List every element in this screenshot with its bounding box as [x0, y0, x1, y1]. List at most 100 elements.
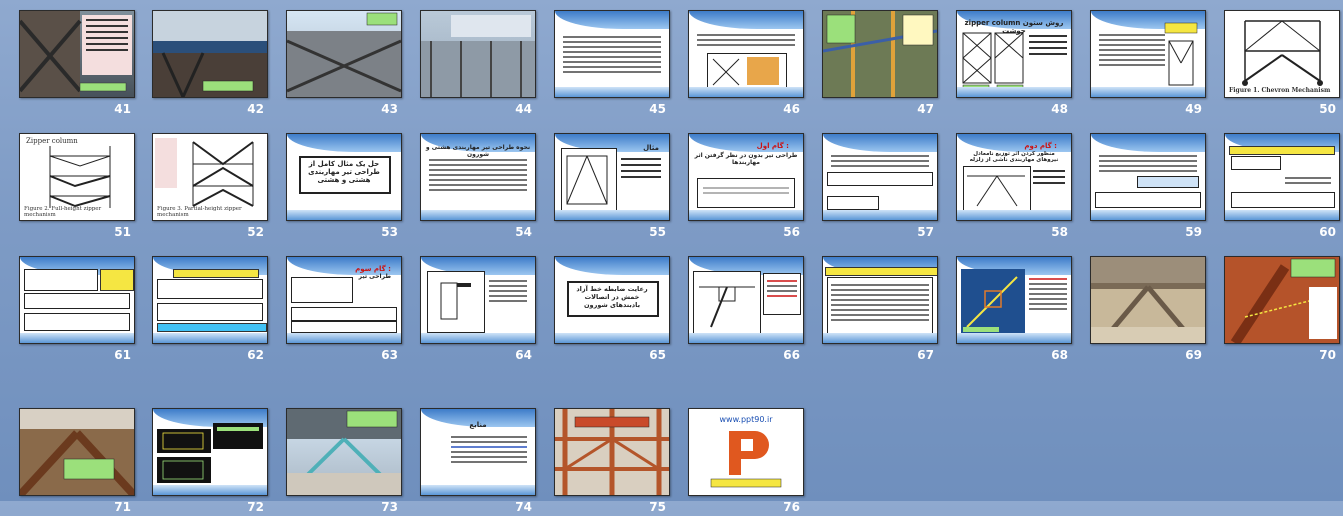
slide-preview: www.ppt90.ir: [688, 408, 804, 496]
slide-thumbnail-52[interactable]: Figure 3. Partial-height zipper mechanis…: [152, 133, 270, 241]
slide-preview: [822, 10, 938, 98]
slide-preview: [554, 408, 670, 496]
slide-thumbnail-60[interactable]: 60: [1224, 133, 1342, 241]
powerpoint-logo-icon: [710, 431, 782, 488]
slide-number: 53: [381, 225, 398, 239]
slide-thumbnail-75[interactable]: 75: [554, 408, 672, 516]
slide-title: منابع: [469, 421, 487, 429]
slide-thumbnail-58[interactable]: گام دوم : منظور کردن اثر توزیع نامعادل ن…: [956, 133, 1074, 241]
slide-thumbnail-47[interactable]: 47: [822, 10, 940, 118]
slide-preview: [286, 10, 402, 98]
slide-preview: [1090, 10, 1206, 98]
slide-thumbnail-50[interactable]: Figure 1. Chevron Mechanism 50: [1224, 10, 1342, 118]
slide-thumbnail-53[interactable]: حل یک مثال کامل از طراحی تیر مهاربندی هش…: [286, 133, 404, 241]
slide-thumbnail-48[interactable]: zipper column روش ستون جوشت 48: [956, 10, 1074, 118]
slide-thumbnail-64[interactable]: 64: [420, 256, 538, 364]
slide-preview: [1224, 133, 1340, 221]
slide-thumbnail-63[interactable]: گام سوم : طراحی تیر 63: [286, 256, 404, 364]
slide-preview: zipper column روش ستون جوشت: [956, 10, 1072, 98]
slide-thumbnail-65[interactable]: رعایت ضابطه خط آزاد خمش در اتصالات بادبن…: [554, 256, 672, 364]
slide-number: 55: [649, 225, 666, 239]
equation-box: [1095, 192, 1201, 208]
highlight-tag: [157, 323, 267, 332]
equation-box: [24, 313, 130, 331]
slide-thumbnail-54[interactable]: نحوه طراحی تیر مهاربندی هشتی و شورون 54: [420, 133, 538, 241]
slide-preview: [688, 10, 804, 98]
slide-number: 54: [515, 225, 532, 239]
slide-thumbnail-56[interactable]: گام اول : طراحی تیر بدون در نظر گرفتن اث…: [688, 133, 806, 241]
slide-number: 74: [515, 500, 532, 514]
slide-thumbnail-42[interactable]: 42: [152, 10, 270, 118]
equation-box: [827, 172, 933, 186]
slide-number: 69: [1185, 348, 1202, 362]
slide-preview: رعایت ضابطه خط آزاد خمش در اتصالات بادبن…: [554, 256, 670, 344]
slide-number: 61: [114, 348, 131, 362]
slide-thumbnail-67[interactable]: 67: [822, 256, 940, 364]
steel-frame-photo: [20, 11, 132, 97]
slide-thumbnail-76[interactable]: www.ppt90.ir 76: [688, 408, 806, 516]
slide-thumbnail-66[interactable]: 66: [688, 256, 806, 364]
slide-number: 43: [381, 102, 398, 116]
slide-thumbnail-61[interactable]: 61: [19, 256, 137, 364]
figure-caption: Figure 3. Partial-height zipper mechanis…: [157, 206, 242, 218]
slide-number: 76: [783, 500, 800, 514]
slide-sorter-view: { "slides": [ {"number":"41"},{"number":…: [0, 0, 1343, 514]
slide-thumbnail-55[interactable]: مثال 55: [554, 133, 672, 241]
slide-thumbnail-57[interactable]: 57: [822, 133, 940, 241]
slide-thumbnail-70[interactable]: 70: [1224, 256, 1342, 364]
slide-thumbnail-62[interactable]: 62: [152, 256, 270, 364]
slide-preview: [822, 133, 938, 221]
slide-thumbnail-71[interactable]: 71: [19, 408, 137, 516]
slide-preview: [822, 256, 938, 344]
slide-thumbnail-59[interactable]: 59: [1090, 133, 1208, 241]
slide-thumbnail-51[interactable]: Zipper column Figure 2. Full-height zipp…: [19, 133, 137, 241]
slide-subtitle: طراحی تیر: [358, 273, 391, 280]
slide-title: حل یک مثال کامل از طراحی تیر مهاربندی هش…: [308, 160, 380, 184]
step-title: گام سوم :: [355, 265, 391, 273]
thumbnail-grid: 41 42 43 44 45 46 47 zipper column روش س…: [0, 0, 1343, 514]
slide-number: 57: [917, 225, 934, 239]
slide-preview: [1090, 133, 1206, 221]
construction-photo: [823, 11, 937, 97]
slide-number: 47: [917, 102, 934, 116]
slide-number: 66: [783, 348, 800, 362]
slide-thumbnail-68[interactable]: 68: [956, 256, 1074, 364]
equation-box: [157, 279, 263, 299]
slide-preview: [19, 10, 135, 98]
slide-thumbnail-41[interactable]: 41: [19, 10, 137, 118]
steel-braces-photo: [287, 12, 401, 97]
slide-thumbnail-73[interactable]: 73: [286, 408, 404, 516]
highlight-box: [1137, 176, 1199, 188]
slide-thumbnail-43[interactable]: 43: [286, 10, 404, 118]
example-frame-diagram: [566, 155, 661, 205]
highlight-tag: [173, 269, 259, 278]
slide-thumbnail-74[interactable]: منابع 74: [420, 408, 538, 516]
text-block: [429, 156, 527, 194]
gusset-photo: [1225, 257, 1339, 343]
equation-box: [1231, 192, 1335, 208]
connection-photo: [20, 409, 134, 495]
chevron-brace-photo: [1091, 257, 1205, 343]
slide-preview: [286, 408, 402, 496]
slide-preview: Figure 1. Chevron Mechanism: [1224, 10, 1340, 98]
text-block: [489, 277, 527, 305]
slide-thumbnail-72[interactable]: 72: [152, 408, 270, 516]
slide-thumbnail-49[interactable]: 49: [1090, 10, 1208, 118]
slide-number: 45: [649, 102, 666, 116]
slide-number: 62: [247, 348, 264, 362]
slide-number: 60: [1319, 225, 1336, 239]
slide-subtitle: طراحی تیر بدون در نظر گرفتن اثر مهاربنده…: [694, 152, 798, 166]
slide-preview: حل یک مثال کامل از طراحی تیر مهاربندی هش…: [286, 133, 402, 221]
slide-thumbnail-69[interactable]: 69: [1090, 256, 1208, 364]
steel-structure-photo: [555, 409, 669, 495]
slide-number: 64: [515, 348, 532, 362]
slide-thumbnail-45[interactable]: 45: [554, 10, 672, 118]
slide-thumbnail-44[interactable]: 44: [420, 10, 538, 118]
slide-preview: مثال: [554, 133, 670, 221]
force-diagram: [967, 170, 1065, 207]
section-figure: [291, 277, 353, 303]
slide-number: 59: [1185, 225, 1202, 239]
text-block: [563, 33, 661, 76]
text-block: [831, 281, 929, 324]
slide-thumbnail-46[interactable]: 46: [688, 10, 806, 118]
